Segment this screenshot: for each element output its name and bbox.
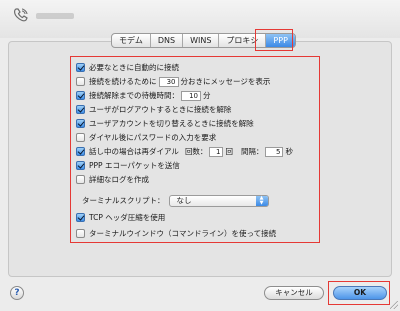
redial-checkbox[interactable] bbox=[76, 147, 85, 156]
idle-timeout-label: 接続解除までの待機時間： bbox=[89, 91, 179, 100]
password-prompt-row[interactable]: ダイヤル後にパスワードの入力を要求 bbox=[76, 132, 216, 143]
terminal-window-row[interactable]: ターミナルウインドウ（コマンドライン）を使って接続 bbox=[76, 228, 276, 239]
redial-interval-label: 間隔： bbox=[240, 147, 264, 156]
terminal-script-label: ターミナルスクリプト： bbox=[82, 196, 165, 205]
idle-timeout-checkbox[interactable] bbox=[76, 91, 85, 100]
auto-connect-label: 必要なときに自動的に接続 bbox=[89, 63, 179, 72]
logout-disconnect-label: ユーザがログアウトするときに接続を解除 bbox=[89, 105, 232, 114]
select-arrows-icon: ▲ ▼ bbox=[255, 195, 268, 206]
terminal-script-value: なし bbox=[176, 195, 192, 205]
auto-connect-row[interactable]: 必要なときに自動的に接続 bbox=[76, 62, 179, 73]
redial-row[interactable]: 話し中の場合は再ダイアル 回数： 1 回 間隔： 5 秒 bbox=[76, 146, 293, 157]
tab-wins[interactable]: WINS bbox=[183, 34, 220, 47]
ppp-echo-checkbox[interactable] bbox=[76, 161, 85, 170]
logout-disconnect-checkbox[interactable] bbox=[76, 105, 85, 114]
redial-interval-field[interactable]: 5 bbox=[265, 146, 284, 157]
redial-count-field[interactable]: 1 bbox=[209, 146, 224, 157]
keepalive-row[interactable]: 接続を続けるために 30 分おきにメッセージを表示 bbox=[76, 76, 270, 87]
tab-dns[interactable]: DNS bbox=[151, 34, 184, 47]
cancel-button[interactable]: キャンセル bbox=[264, 286, 324, 300]
redial-interval-unit: 秒 bbox=[285, 147, 293, 156]
idle-timeout-unit: 分 bbox=[203, 91, 211, 100]
keepalive-suffix: 分おきにメッセージを表示 bbox=[180, 77, 271, 86]
verbose-log-checkbox[interactable] bbox=[76, 175, 85, 184]
verbose-log-row[interactable]: 詳細なログを作成 bbox=[76, 174, 149, 185]
redial-count-label: 回数： bbox=[184, 147, 208, 156]
password-prompt-label: ダイヤル後にパスワードの入力を要求 bbox=[89, 133, 217, 142]
redial-count-unit: 回 bbox=[225, 147, 233, 156]
password-prompt-checkbox[interactable] bbox=[76, 133, 85, 142]
ppp-tab-highlight bbox=[255, 29, 293, 51]
tcp-header-label: TCP ヘッダ圧縮を使用 bbox=[89, 213, 166, 222]
window-title-blurred bbox=[36, 13, 74, 19]
tcp-header-row[interactable]: TCP ヘッダ圧縮を使用 bbox=[76, 212, 165, 223]
verbose-log-label: 詳細なログを作成 bbox=[89, 175, 149, 184]
ok-button-highlight bbox=[328, 281, 390, 305]
auto-connect-checkbox[interactable] bbox=[76, 63, 85, 72]
resize-grip[interactable] bbox=[390, 301, 398, 309]
keepalive-minutes-field[interactable]: 30 bbox=[158, 76, 179, 87]
redial-label: 話し中の場合は再ダイアル bbox=[89, 147, 179, 156]
ppp-echo-row[interactable]: PPP エコーパケットを送信 bbox=[76, 160, 180, 171]
logout-disconnect-row[interactable]: ユーザがログアウトするときに接続を解除 bbox=[76, 104, 231, 115]
keepalive-label: 接続を続けるために bbox=[89, 77, 157, 86]
keepalive-checkbox[interactable] bbox=[76, 77, 85, 86]
switch-user-disconnect-label: ユーザアカウントを切り替えるときに接続を解除 bbox=[89, 119, 254, 128]
terminal-window-label: ターミナルウインドウ（コマンドライン）を使って接続 bbox=[89, 229, 277, 238]
switch-user-disconnect-checkbox[interactable] bbox=[76, 119, 85, 128]
idle-timeout-field[interactable]: 10 bbox=[181, 90, 201, 101]
phone-icon bbox=[14, 8, 28, 22]
idle-timeout-row[interactable]: 接続解除までの待機時間： 10 分 bbox=[76, 90, 211, 101]
ppp-settings-window: モデム DNS WINS プロキシ PPP 必要なときに自動的に接続 接続を続け… bbox=[0, 0, 400, 311]
terminal-window-checkbox[interactable] bbox=[76, 229, 85, 238]
terminal-script-select[interactable]: なし ▲ ▼ bbox=[168, 194, 269, 207]
help-button[interactable]: ? bbox=[10, 286, 24, 300]
switch-user-disconnect-row[interactable]: ユーザアカウントを切り替えるときに接続を解除 bbox=[76, 118, 254, 129]
terminal-script-row: ターミナルスクリプト： なし ▲ ▼ bbox=[76, 194, 269, 207]
ppp-echo-label: PPP エコーパケットを送信 bbox=[89, 161, 180, 170]
tcp-header-checkbox[interactable] bbox=[76, 213, 85, 222]
tab-modem[interactable]: モデム bbox=[112, 34, 151, 47]
